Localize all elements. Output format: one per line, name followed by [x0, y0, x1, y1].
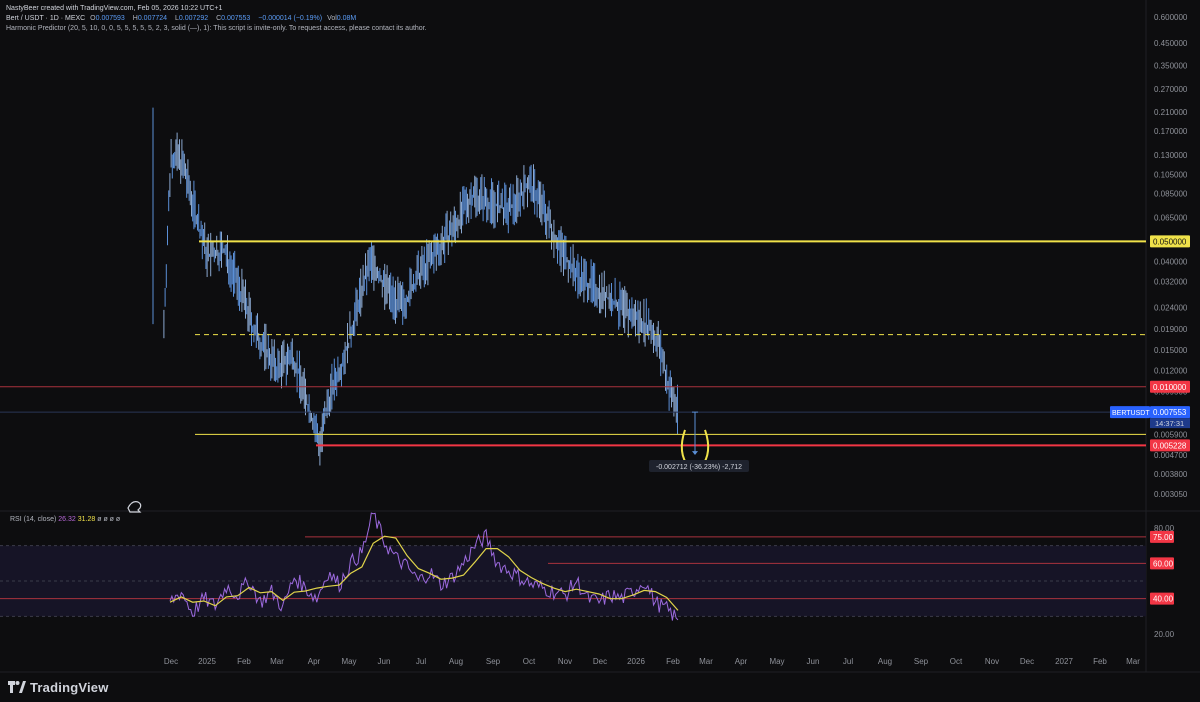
- time-tick-23: Nov: [985, 657, 999, 666]
- rsi-value: 26.32: [58, 516, 76, 523]
- time-tick-8: Aug: [449, 657, 463, 666]
- rsi-label: RSI (14, close): [10, 516, 57, 523]
- time-tick-6: Jun: [378, 657, 391, 666]
- price-tick-12: 0.024000: [1154, 304, 1188, 313]
- price-tick-15: 0.012000: [1154, 366, 1188, 375]
- badge-symbol: BERTUSDT: [1112, 410, 1150, 417]
- time-tick-15: Mar: [699, 657, 713, 666]
- badge-low-level: 0.005228: [1153, 441, 1187, 450]
- measure-arrow: [692, 451, 698, 455]
- time-tick-13: 2026: [627, 657, 645, 666]
- time-tick-12: Dec: [593, 657, 607, 666]
- badge-rsi-60: 60.00: [1153, 559, 1174, 568]
- chart-canvas[interactable]: 0.600000 0.450000 0.350000 0.270000 0.210000…: [0, 0, 1200, 702]
- brand-name: TradingView: [30, 679, 109, 695]
- time-tick-2: Feb: [237, 657, 251, 666]
- time-tick-11: Nov: [558, 657, 572, 666]
- dino-icon: [127, 501, 142, 513]
- price-tick-20: 0.003050: [1154, 490, 1188, 499]
- time-tick-9: Sep: [486, 657, 501, 666]
- rsi-extra: ø ø ø ø: [97, 516, 121, 523]
- price-tick-4: 0.210000: [1154, 108, 1188, 117]
- badge-red-level: 0.010000: [1153, 383, 1187, 392]
- price-tick-6: 0.130000: [1154, 151, 1188, 160]
- time-tick-20: Aug: [878, 657, 892, 666]
- time-tick-0: Dec: [164, 657, 178, 666]
- time-tick-24: Dec: [1020, 657, 1034, 666]
- price-tick-8: 0.085000: [1154, 189, 1188, 198]
- time-tick-10: Oct: [523, 657, 536, 666]
- badge-last-price: 0.007553: [1153, 408, 1187, 417]
- time-tick-27: Mar: [1126, 657, 1140, 666]
- badge-countdown: 14:37:31: [1155, 419, 1184, 428]
- tradingview-logo[interactable]: TradingView: [8, 678, 109, 696]
- measure-label: -0.002712 (-36.23%) -2,712: [656, 464, 742, 471]
- tradingview-icon: [8, 681, 26, 693]
- time-tick-21: Sep: [914, 657, 929, 666]
- price-tick-11: 0.032000: [1154, 278, 1188, 287]
- time-tick-4: Apr: [308, 657, 321, 666]
- price-tick-7: 0.105000: [1154, 170, 1188, 179]
- price-tick-19: 0.003800: [1154, 470, 1188, 479]
- time-tick-16: Apr: [735, 657, 748, 666]
- badge-yellow-level: 0.050000: [1153, 237, 1187, 246]
- rsi-header[interactable]: RSI (14, close) 26.32 31.28 ø ø ø ø: [10, 516, 120, 523]
- time-tick-25: 2027: [1055, 657, 1073, 666]
- price-tick-0: 0.600000: [1154, 13, 1188, 22]
- time-tick-22: Oct: [950, 657, 963, 666]
- price-tick-10: 0.040000: [1154, 258, 1188, 267]
- price-tick-2: 0.350000: [1154, 62, 1188, 71]
- rsi-tick-1: 20.00: [1154, 630, 1175, 639]
- time-tick-14: Feb: [666, 657, 680, 666]
- price-tick-13: 0.019000: [1154, 325, 1188, 334]
- time-tick-1: 2025: [198, 657, 216, 666]
- price-tick-1: 0.450000: [1154, 39, 1188, 48]
- price-tick-18: 0.004700: [1154, 451, 1188, 460]
- price-tick-3: 0.270000: [1154, 85, 1188, 94]
- price-tick-9: 0.065000: [1154, 214, 1188, 223]
- time-tick-19: Jul: [843, 657, 853, 666]
- badge-rsi-75: 75.00: [1153, 533, 1174, 542]
- rsi-ma-value: 31.28: [77, 516, 96, 523]
- price-tick-14: 0.015000: [1154, 346, 1188, 355]
- time-tick-3: Mar: [270, 657, 284, 666]
- price-candles: [163, 132, 678, 466]
- time-tick-7: Jul: [416, 657, 426, 666]
- time-tick-18: Jun: [807, 657, 820, 666]
- price-tick-17: 0.005900: [1154, 430, 1188, 439]
- price-tick-5: 0.170000: [1154, 127, 1188, 136]
- time-tick-5: May: [341, 657, 356, 666]
- badge-rsi-40: 40.00: [1153, 595, 1174, 604]
- time-tick-17: May: [769, 657, 784, 666]
- time-tick-26: Feb: [1093, 657, 1107, 666]
